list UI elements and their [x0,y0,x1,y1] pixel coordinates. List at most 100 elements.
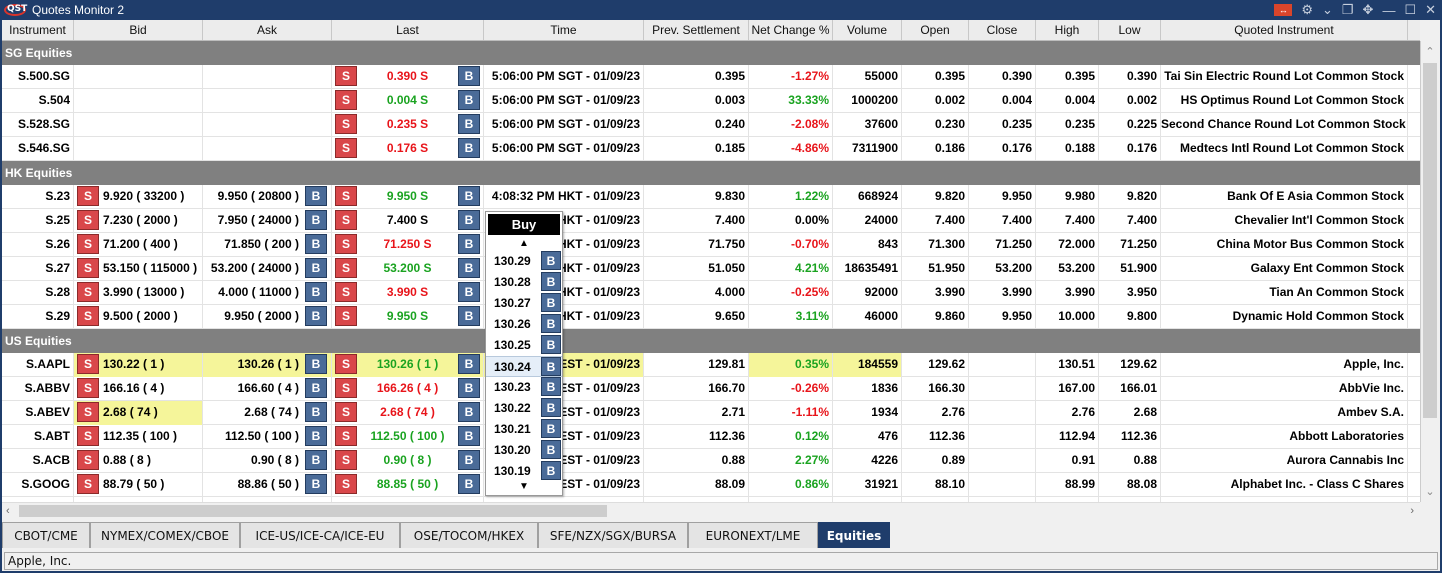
buy-last-button[interactable]: B [458,258,480,278]
scroll-down-arrow-icon[interactable]: ▼ [486,480,562,494]
buy-at-price-button[interactable]: B [541,357,561,376]
sell-last-button[interactable]: S [335,450,357,470]
scroll-up-arrow-icon[interactable]: ▲ [486,237,562,251]
buy-last-button[interactable]: B [458,426,480,446]
sell-bid-button[interactable]: S [77,378,99,398]
buy-at-price-button[interactable]: B [541,293,561,312]
sell-bid-button[interactable]: S [77,306,99,326]
column-header-volume[interactable]: Volume [833,20,902,40]
buy-at-price-button[interactable]: B [541,272,561,291]
tab-euronext-lme[interactable]: EURONEXT/LME [688,522,818,548]
column-header-time[interactable]: Time [484,20,644,40]
buy-ask-button[interactable]: B [305,474,327,494]
buy-price-row[interactable]: 130.25 B [486,335,562,356]
buy-ask-button[interactable]: B [305,426,327,446]
sell-last-button[interactable]: S [335,378,357,398]
buy-last-button[interactable]: B [458,210,480,230]
column-header-high[interactable]: High [1036,20,1099,40]
chevron-down-icon[interactable]: ⌄ [1322,2,1333,18]
table-row[interactable]: S.504 S 0.004 S B 5:06:00 PM SGT - 01/09/23 0… [2,89,1420,113]
group-header[interactable]: SG Equities [2,41,1420,65]
table-row[interactable]: S.28 S 3.990 ( 13000 ) 4.000 ( 11000 ) B S 3.9… [2,281,1420,305]
sell-bid-button[interactable]: S [77,186,99,206]
buy-ask-button[interactable]: B [305,354,327,374]
horizontal-scroll-thumb[interactable] [19,505,607,517]
buy-price-row[interactable]: 130.19 B [486,461,562,482]
sell-bid-button[interactable]: S [77,474,99,494]
sell-bid-button[interactable]: S [77,354,99,374]
sell-last-button[interactable]: S [335,306,357,326]
table-row[interactable]: S.546.SG S 0.176 S B 5:06:00 PM SGT - 01/09/… [2,137,1420,161]
buy-at-price-button[interactable]: B [541,440,561,459]
sell-last-button[interactable]: S [335,282,357,302]
scroll-down-icon[interactable]: ⌄ [1421,485,1439,498]
sell-last-button[interactable]: S [335,426,357,446]
sell-bid-button[interactable]: S [77,450,99,470]
buy-ask-button[interactable]: B [305,378,327,398]
buy-at-price-button[interactable]: B [541,461,561,480]
buy-last-button[interactable]: B [458,474,480,494]
buy-at-price-button[interactable]: B [541,419,561,438]
buy-price-row[interactable]: 130.27 B [486,293,562,314]
table-row[interactable]: S.ABBV S 166.16 ( 4 ) 166.60 ( 4 ) B S 166.26 … [2,377,1420,401]
buy-ask-button[interactable]: B [305,306,327,326]
buy-last-button[interactable]: B [458,114,480,134]
scroll-right-icon[interactable]: › [1410,503,1414,520]
table-row[interactable]: S.26 S 71.200 ( 400 ) 71.850 ( 200 ) B S 71.25… [2,233,1420,257]
column-header-open[interactable]: Open [902,20,969,40]
sell-last-button[interactable]: S [335,90,357,110]
sell-bid-button[interactable]: S [77,402,99,422]
scroll-up-icon[interactable]: ⌃ [1421,45,1439,58]
column-header-close[interactable]: Close [969,20,1036,40]
buy-ask-button[interactable]: B [305,282,327,302]
buy-ask-button[interactable]: B [305,258,327,278]
sell-bid-button[interactable]: S [77,426,99,446]
buy-last-button[interactable]: B [458,378,480,398]
buy-last-button[interactable]: B [458,90,480,110]
sell-last-button[interactable]: S [335,258,357,278]
link-icon[interactable]: ↔ [1274,4,1293,16]
sell-last-button[interactable]: S [335,210,357,230]
tab-ice-us-ice-ca-ice-eu[interactable]: ICE-US/ICE-CA/ICE-EU [240,522,400,548]
restore-icon[interactable]: ❐ [1342,2,1354,18]
column-header-instrument[interactable]: Instrument [2,20,74,40]
sell-last-button[interactable]: S [335,66,357,86]
buy-last-button[interactable]: B [458,66,480,86]
sell-bid-button[interactable]: S [77,234,99,254]
table-row[interactable]: S.25 S 7.230 ( 2000 ) 7.950 ( 24000 ) B S 7.40… [2,209,1420,233]
buy-at-price-button[interactable]: B [541,398,561,417]
tab-nymex-comex-cboe[interactable]: NYMEX/COMEX/CBOE [90,522,240,548]
buy-last-button[interactable]: B [458,234,480,254]
buy-at-price-button[interactable]: B [541,335,561,354]
table-row[interactable]: S.AAPL S 130.22 ( 1 ) 130.26 ( 1 ) B S 130.26 … [2,353,1420,377]
table-row[interactable]: S.ABEV S 2.68 ( 74 ) 2.68 ( 74 ) B S 2.68 ( 74… [2,401,1420,425]
buy-at-price-button[interactable]: B [541,314,561,333]
sell-last-button[interactable]: S [335,354,357,374]
vertical-scrollbar[interactable]: ⌃ ⌄ [1420,41,1438,502]
buy-last-button[interactable]: B [458,282,480,302]
scroll-left-icon[interactable]: ‹ [6,503,10,520]
buy-ask-button[interactable]: B [305,234,327,254]
buy-ask-button[interactable]: B [305,210,327,230]
buy-price-row[interactable]: 130.24 B [486,356,562,377]
buy-last-button[interactable]: B [458,354,480,374]
buy-last-button[interactable]: B [458,186,480,206]
group-header[interactable]: US Equities [2,329,1420,353]
buy-at-price-button[interactable]: B [541,251,561,270]
sell-last-button[interactable]: S [335,186,357,206]
column-header-low[interactable]: Low [1099,20,1161,40]
vertical-scroll-thumb[interactable] [1423,63,1437,418]
column-header-bid[interactable]: Bid [74,20,203,40]
table-row[interactable]: S.ACB S 0.88 ( 8 ) 0.90 ( 8 ) B S 0.90 ( 8 ) B E… [2,449,1420,473]
group-header[interactable]: HK Equities [2,161,1420,185]
buy-last-button[interactable]: B [458,138,480,158]
move-icon[interactable]: ✥ [1363,2,1374,18]
buy-price-row[interactable]: 130.21 B [486,419,562,440]
buy-ask-button[interactable]: B [305,402,327,422]
buy-last-button[interactable]: B [458,306,480,326]
sell-bid-button[interactable]: S [77,210,99,230]
buy-price-row[interactable]: 130.28 B [486,272,562,293]
tab-cbot-cme[interactable]: CBOT/CME [2,522,90,548]
sell-last-button[interactable]: S [335,114,357,134]
tab-equities[interactable]: Equities [818,522,890,548]
